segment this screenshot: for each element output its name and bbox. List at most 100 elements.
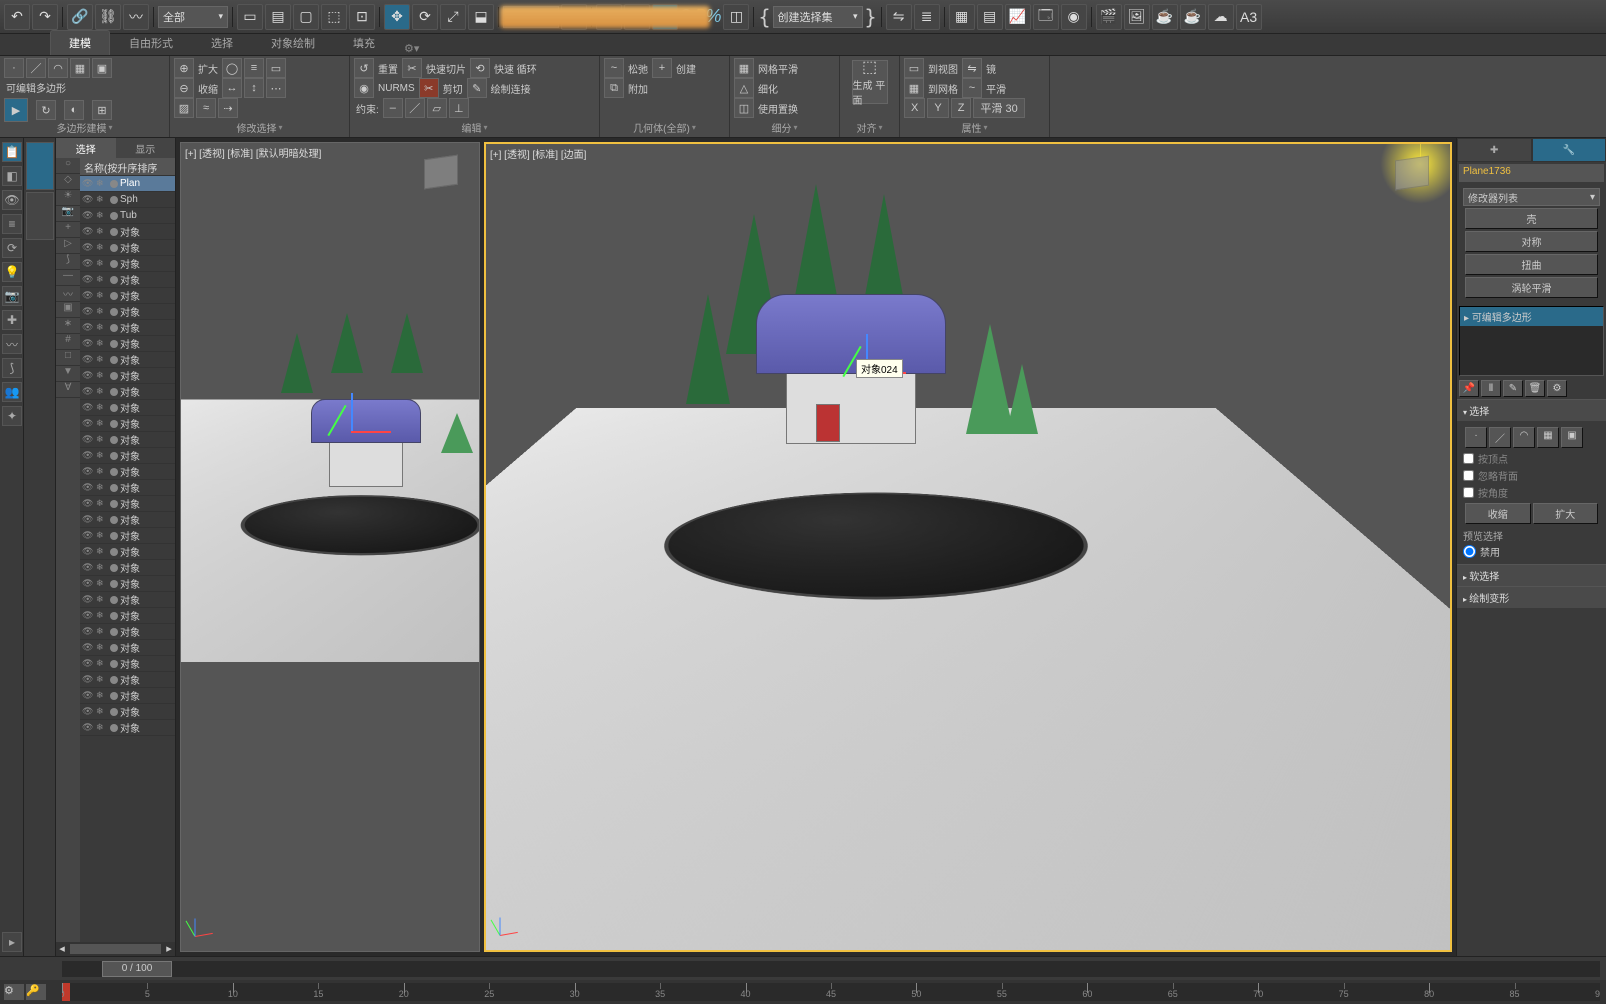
display-toggle[interactable]: 👁 (2, 190, 22, 210)
mod-shell-button[interactable]: 壳 (1465, 208, 1598, 229)
visibility-icon[interactable]: 👁 (82, 450, 94, 461)
visibility-icon[interactable]: 👁 (82, 274, 94, 285)
layer-explorer-button[interactable]: ▦ (949, 4, 975, 30)
trackbar-config-button[interactable]: ⚙ (4, 984, 24, 1000)
tab-selection[interactable]: 选择 (192, 30, 252, 55)
filter-more2-icon[interactable]: # (56, 334, 80, 350)
freeze-icon[interactable]: ❄ (96, 498, 108, 509)
explorer-row[interactable]: 👁❄对象 (80, 352, 175, 368)
filter-cam-icon[interactable]: 📷 (56, 206, 80, 222)
filter-all-icon[interactable]: ∀ (56, 382, 80, 398)
visibility-icon[interactable]: 👁 (82, 514, 94, 525)
filter-funnel-icon[interactable]: ▼ (56, 366, 80, 382)
selection-filter-combo[interactable]: 全部 (158, 6, 228, 28)
stack-item-editpoly[interactable]: ▸ 可编辑多边形 (1460, 307, 1603, 326)
freeze-icon[interactable]: ❄ (96, 290, 108, 301)
explorer-header[interactable]: 名称(按升序排序 (80, 158, 175, 176)
visibility-icon[interactable]: 👁 (82, 658, 94, 669)
msmooth-button[interactable]: ▦ (734, 58, 754, 78)
filter-warp-icon[interactable]: 〰 (56, 286, 80, 302)
mod-twist-button[interactable]: 扭曲 (1465, 254, 1598, 275)
by-vertex-check[interactable] (1463, 453, 1474, 464)
explorer-row[interactable]: 👁❄对象 (80, 368, 175, 384)
filter-arrow-icon[interactable]: ▷ (56, 238, 80, 254)
planar-z-button[interactable]: Z (951, 98, 972, 118)
paintconnect-button[interactable]: ✎ (467, 78, 487, 98)
explorer-row[interactable]: 👁❄对象 (80, 608, 175, 624)
planar-x-button[interactable]: X (904, 98, 925, 118)
render-button[interactable]: ☕ (1152, 4, 1178, 30)
freeze-icon[interactable]: ❄ (96, 322, 108, 333)
freeze-icon[interactable]: ❄ (96, 578, 108, 589)
freeze-icon[interactable]: ❄ (96, 450, 108, 461)
visibility-icon[interactable]: 👁 (82, 530, 94, 541)
nurms-toggle-button[interactable]: ◐ (64, 100, 84, 120)
so-edge-button[interactable]: ／ (1489, 427, 1511, 448)
visibility-icon[interactable]: 👁 (82, 690, 94, 701)
attach-button[interactable]: ⧉ (604, 78, 624, 98)
visibility-icon[interactable]: 👁 (82, 178, 94, 189)
more-icon[interactable]: ▸ (2, 932, 22, 952)
visibility-icon[interactable]: 👁 (82, 610, 94, 621)
bind-spacewarp-button[interactable]: 〰 (123, 4, 149, 30)
explorer-row[interactable]: 👁❄对象 (80, 288, 175, 304)
visibility-icon[interactable]: 👁 (82, 674, 94, 685)
shrink-button[interactable]: ⊖ (174, 78, 194, 98)
tess-button[interactable]: △ (734, 78, 754, 98)
so-element-button[interactable]: ▣ (1561, 427, 1583, 448)
fill-select-button[interactable]: ▨ (174, 98, 194, 118)
visibility-icon[interactable]: 👁 (82, 722, 94, 733)
panel-title-modsel[interactable]: 修改选择 (174, 119, 345, 135)
undo-button[interactable]: ↶ (4, 4, 30, 30)
explorer-row[interactable]: 👁❄对象 (80, 720, 175, 736)
viewport-left[interactable]: [+] [透视] [标准] [默认明暗处理] (180, 142, 480, 952)
visibility-icon[interactable]: 👁 (82, 306, 94, 317)
visibility-icon[interactable]: 👁 (82, 594, 94, 605)
explorer-row[interactable]: 👁❄对象 (80, 240, 175, 256)
explorer-row[interactable]: 👁❄对象 (80, 336, 175, 352)
viewcube-left[interactable] (411, 151, 471, 201)
tab-modeling[interactable]: 建模 (50, 30, 110, 55)
freeze-icon[interactable]: ❄ (96, 658, 108, 669)
visibility-icon[interactable]: 👁 (82, 626, 94, 637)
freeze-icon[interactable]: ❄ (96, 210, 108, 221)
visibility-icon[interactable]: 👁 (82, 226, 94, 237)
explorer-row[interactable]: 👁❄对象 (80, 464, 175, 480)
mod-turbosmooth-button[interactable]: 涡轮平滑 (1465, 277, 1598, 298)
vertex-subobj-button[interactable]: · (4, 58, 24, 78)
grow-sel-button[interactable]: 扩大 (1533, 503, 1599, 524)
explorer-row[interactable]: 👁❄对象 (80, 304, 175, 320)
visibility-icon[interactable]: 👁 (82, 706, 94, 717)
visibility-icon[interactable]: 👁 (82, 210, 94, 221)
explorer-row[interactable]: 👁❄对象 (80, 432, 175, 448)
spacewarp-icon2[interactable]: 〰 (2, 334, 22, 354)
visibility-icon[interactable]: 👁 (82, 562, 94, 573)
cp-modify-tab[interactable]: 🔧 (1532, 138, 1606, 162)
render-frame-button[interactable]: 🖼 (1124, 4, 1150, 30)
freeze-icon[interactable]: ❄ (96, 242, 108, 253)
redo-button[interactable]: ↷ (32, 4, 58, 30)
explorer-row[interactable]: 👁❄Sph (80, 192, 175, 208)
visibility-icon[interactable]: 👁 (82, 418, 94, 429)
explorer-row[interactable]: 👁❄对象 (80, 560, 175, 576)
explorer-row[interactable]: 👁❄对象 (80, 320, 175, 336)
cut-button[interactable]: ✂ (419, 78, 439, 98)
pin-stack-button[interactable]: 📌 (1459, 380, 1479, 397)
filter-box-icon[interactable]: □ (56, 350, 80, 366)
explorer-row[interactable]: 👁❄对象 (80, 448, 175, 464)
freeze-icon[interactable]: ❄ (96, 354, 108, 365)
freeze-icon[interactable]: ❄ (96, 370, 108, 381)
visibility-icon[interactable]: 👁 (82, 338, 94, 349)
visibility-icon[interactable]: 👁 (82, 466, 94, 477)
mirror-axis-button[interactable]: ⇋ (962, 58, 982, 78)
unlink-button[interactable]: ⛓ (95, 4, 121, 30)
viewcube-right[interactable] (1382, 152, 1442, 202)
visibility-icon[interactable]: 👁 (82, 546, 94, 557)
constraint-button[interactable]: ⊞ (92, 100, 112, 120)
explorer-row[interactable]: 👁❄对象 (80, 224, 175, 240)
filter-more1-icon[interactable]: ∗ (56, 318, 80, 334)
tab-freeform[interactable]: 自由形式 (110, 30, 192, 55)
toview-button[interactable]: ▭ (904, 58, 924, 78)
crowd-icon[interactable]: 👥 (2, 382, 22, 402)
time-slider-thumb[interactable]: 0 / 100 (102, 961, 172, 977)
